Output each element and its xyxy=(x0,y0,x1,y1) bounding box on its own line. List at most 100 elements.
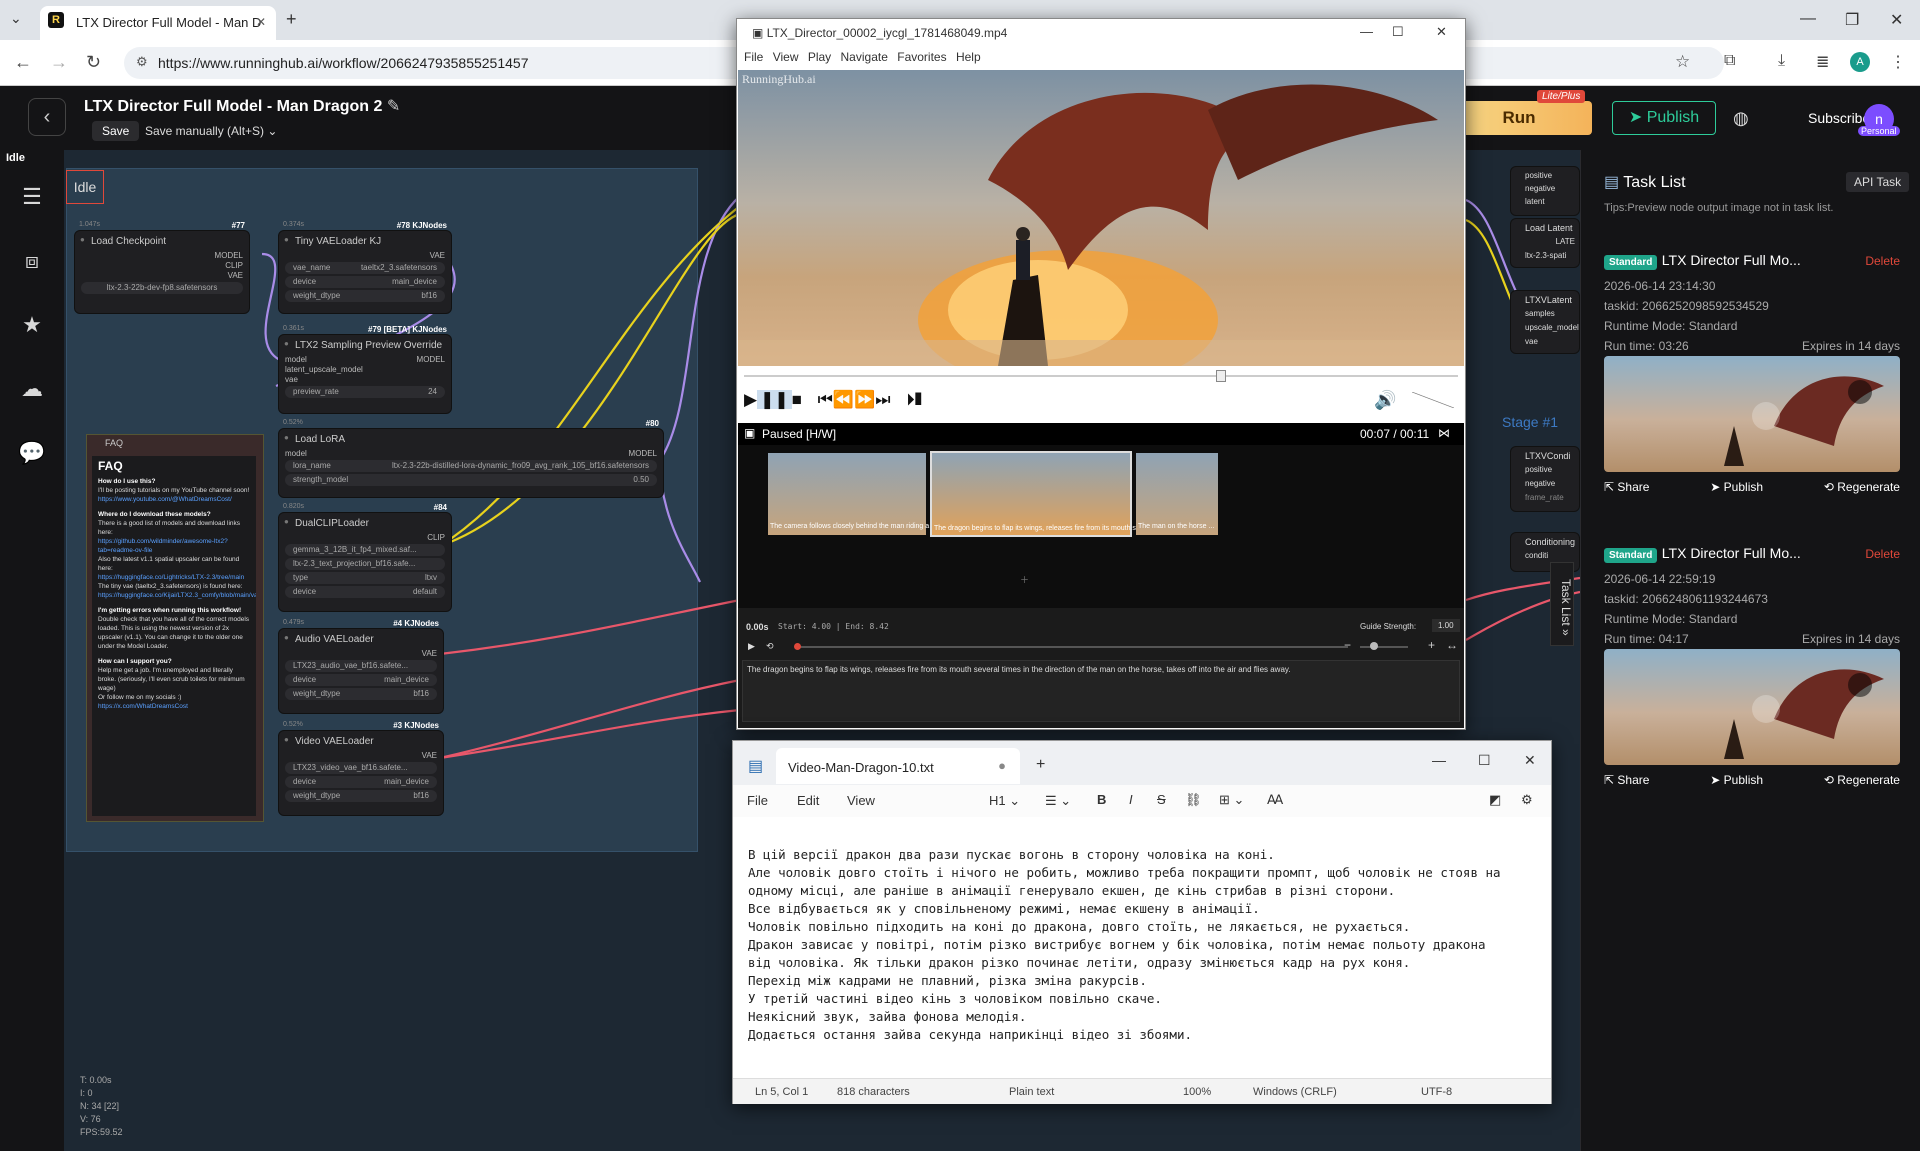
extensions-icon[interactable]: ⧉ xyxy=(1724,52,1735,70)
notepad-close-icon[interactable]: ✕ xyxy=(1524,752,1536,769)
node-audio-vae-loader[interactable]: #4 KJNodes 0.479s Audio VAELoader VAE LT… xyxy=(278,619,444,714)
menu-help[interactable]: Help xyxy=(956,50,981,64)
rewind-icon[interactable]: ⏪ xyxy=(833,390,854,409)
frame-thumbnail[interactable]: The camera follows closely behind the ma… xyxy=(768,453,951,535)
task-thumbnail[interactable] xyxy=(1604,649,1900,765)
node-widget[interactable]: weight_dtype bf16 xyxy=(285,790,437,802)
node-output[interactable]: CLIP xyxy=(81,261,243,270)
faq-link[interactable]: https://www.youtube.com/@WhatDreamsCost/ xyxy=(98,495,250,504)
strength-slider[interactable] xyxy=(1360,646,1408,648)
task-card[interactable]: Standard LTX Director Full Mo... Delete … xyxy=(1604,545,1900,787)
task-card[interactable]: Standard LTX Director Full Mo... Delete … xyxy=(1604,252,1900,494)
notepad-minimize-icon[interactable]: — xyxy=(1432,752,1446,768)
guide-track[interactable] xyxy=(798,646,1348,648)
faq-link[interactable]: https://huggingface.co/Kijai/LTX2.3_comf… xyxy=(98,591,256,600)
node-widget[interactable]: device default xyxy=(285,586,445,598)
regenerate-button[interactable]: ⟲ Regenerate xyxy=(1824,773,1900,787)
stop-icon[interactable]: ■ xyxy=(792,390,802,409)
download-icon[interactable]: ⤓ xyxy=(1778,52,1785,70)
node-widget[interactable]: ltx-2.3_text_projection_bf16.safe... xyxy=(285,558,445,570)
node-dual-clip-loader[interactable]: #84 0.820s DualCLIPLoader CLIP gemma_3_1… xyxy=(278,503,452,612)
faq-link[interactable]: https://x.com/WhatDreamsCost xyxy=(98,702,250,711)
node-widget[interactable]: device main_device xyxy=(285,776,437,788)
notepad-maximize-icon[interactable]: ☐ xyxy=(1478,752,1491,769)
node-port-row[interactable]: model MODEL xyxy=(285,449,657,458)
node-tiny-vae-loader[interactable]: #78 KJNodes 0.374s Tiny VAELoader KJ VAE… xyxy=(278,221,452,314)
volume-slider[interactable] xyxy=(1412,392,1454,408)
pause-icon[interactable]: ❚❚ xyxy=(757,390,792,409)
previous-icon[interactable]: ⏮ xyxy=(818,390,833,409)
node-partial-sampler[interactable]: positive negative latent xyxy=(1510,166,1580,216)
volume-icon[interactable]: 🔊 xyxy=(1374,390,1396,411)
node-widget[interactable]: weight_dtype bf16 xyxy=(285,688,437,700)
plus-icon[interactable]: + xyxy=(1428,638,1435,652)
guide-strength-input[interactable]: 1.00 xyxy=(1432,619,1460,632)
notepad-menu-view[interactable]: View xyxy=(847,793,875,808)
node-output[interactable]: VAE xyxy=(285,751,437,760)
node-output[interactable]: MODEL xyxy=(81,251,243,260)
notepad-menu-file[interactable]: File xyxy=(747,793,768,808)
seek-thumb[interactable] xyxy=(1216,370,1226,382)
unsaved-dot-icon[interactable]: ● xyxy=(998,758,1006,773)
player-close-icon[interactable]: ✕ xyxy=(1436,24,1447,40)
frame-thumbnail-selected[interactable]: The dragon begins to flap its wings, rel… xyxy=(930,451,1163,537)
menu-view[interactable]: View xyxy=(773,50,799,64)
node-load-lora[interactable]: #80 0.52% Load LoRA modelMODEL lora_name… xyxy=(278,419,664,498)
clear-format-icon[interactable]: Ꜳ xyxy=(1267,792,1283,808)
node-output[interactable]: CLIP xyxy=(285,533,445,542)
node-port-row[interactable]: model MODEL xyxy=(285,355,445,364)
api-task-button[interactable]: API Task xyxy=(1846,172,1910,192)
node-widget[interactable]: ltx-2.3-22b-dev-fp8.safetensors xyxy=(81,282,243,294)
guide-play-icon[interactable]: ▶ xyxy=(748,641,755,652)
delete-button[interactable]: Delete xyxy=(1865,254,1900,268)
node-input[interactable]: latent_upscale_model xyxy=(285,365,445,374)
italic-icon[interactable]: I xyxy=(1129,792,1133,807)
share-button[interactable]: ⇱ Share xyxy=(1604,480,1649,494)
table-icon[interactable]: ⊞ ⌄ xyxy=(1219,792,1244,808)
strength-thumb[interactable] xyxy=(1370,642,1378,650)
language-globe-icon[interactable]: ◍ xyxy=(1733,108,1749,129)
close-window-icon[interactable]: ✕ xyxy=(1890,10,1903,30)
node-ltxv-conditioning[interactable]: LTXVCondi positive negative frame_rate xyxy=(1510,446,1580,512)
task-list-toggle[interactable]: Task List » xyxy=(1550,562,1574,646)
node-widget[interactable]: vae_name taeltx2_3.safetensors xyxy=(285,262,445,274)
node-widget[interactable]: device main_device xyxy=(285,276,445,288)
share-button[interactable]: ⇱ Share xyxy=(1604,773,1649,787)
publish-task-button[interactable]: ➤ Publish xyxy=(1710,480,1763,494)
heading-dropdown[interactable]: H1 ⌄ xyxy=(989,793,1020,809)
notepad-menu-edit[interactable]: Edit xyxy=(797,793,819,808)
node-widget[interactable]: lora_name ltx-2.3-22b-distilled-lora-dyna… xyxy=(285,460,657,472)
minus-icon[interactable]: − xyxy=(1344,638,1351,652)
copilot-icon[interactable]: ◩ xyxy=(1489,792,1501,808)
stats-icon[interactable]: ⋈ xyxy=(1438,426,1450,440)
video-frame[interactable]: RunningHub.ai xyxy=(738,70,1464,366)
settings-gear-icon[interactable]: ⚙ xyxy=(1521,792,1533,808)
guide-marker[interactable] xyxy=(794,643,801,650)
node-input[interactable]: vae xyxy=(285,375,445,384)
node-load-latent[interactable]: Load Latent LATE ltx-2.3-spati xyxy=(1510,218,1580,268)
node-widget[interactable]: LTX23_video_vae_bf16.safete... xyxy=(285,762,437,774)
menu-favorites[interactable]: Favorites xyxy=(897,50,946,64)
list-icon[interactable]: ☰ ⌄ xyxy=(1045,793,1071,809)
subscribe-link[interactable]: Subscribe xyxy=(1808,110,1870,126)
regenerate-button[interactable]: ⟲ Regenerate xyxy=(1824,480,1900,494)
player-minimize-icon[interactable]: — xyxy=(1360,24,1373,39)
notepad-tab[interactable]: Video-Man-Dragon-10.txt ● xyxy=(776,748,1020,784)
node-widget[interactable]: device main_device xyxy=(285,674,437,686)
node-widget[interactable]: preview_rate 24 xyxy=(285,386,445,398)
expand-icon[interactable]: ↔ xyxy=(1446,638,1458,652)
strikethrough-icon[interactable]: S xyxy=(1157,792,1166,807)
delete-button[interactable]: Delete xyxy=(1865,547,1900,561)
bookmark-star-icon[interactable]: ☆ xyxy=(1675,52,1690,72)
restore-icon[interactable]: ❐ xyxy=(1845,10,1859,30)
loop-icon[interactable]: ⟲ xyxy=(766,641,774,652)
link-icon[interactable]: ⛓ xyxy=(1185,792,1202,808)
bold-icon[interactable]: B xyxy=(1097,792,1106,807)
seek-bar[interactable] xyxy=(744,375,1458,377)
faq-link[interactable]: https://huggingface.co/Lightricks/LTX-2.… xyxy=(98,573,250,582)
menu-navigate[interactable]: Navigate xyxy=(841,50,888,64)
node-output[interactable]: VAE xyxy=(285,649,437,658)
node-ltx2-sampling-preview[interactable]: #79 [BETA] KJNodes 0.361s LTX2 Sampling … xyxy=(278,325,452,414)
media-icon[interactable]: ≣ xyxy=(1816,52,1829,72)
node-ltxv-latent[interactable]: LTXVLatent samples upscale_model vae xyxy=(1510,290,1580,354)
